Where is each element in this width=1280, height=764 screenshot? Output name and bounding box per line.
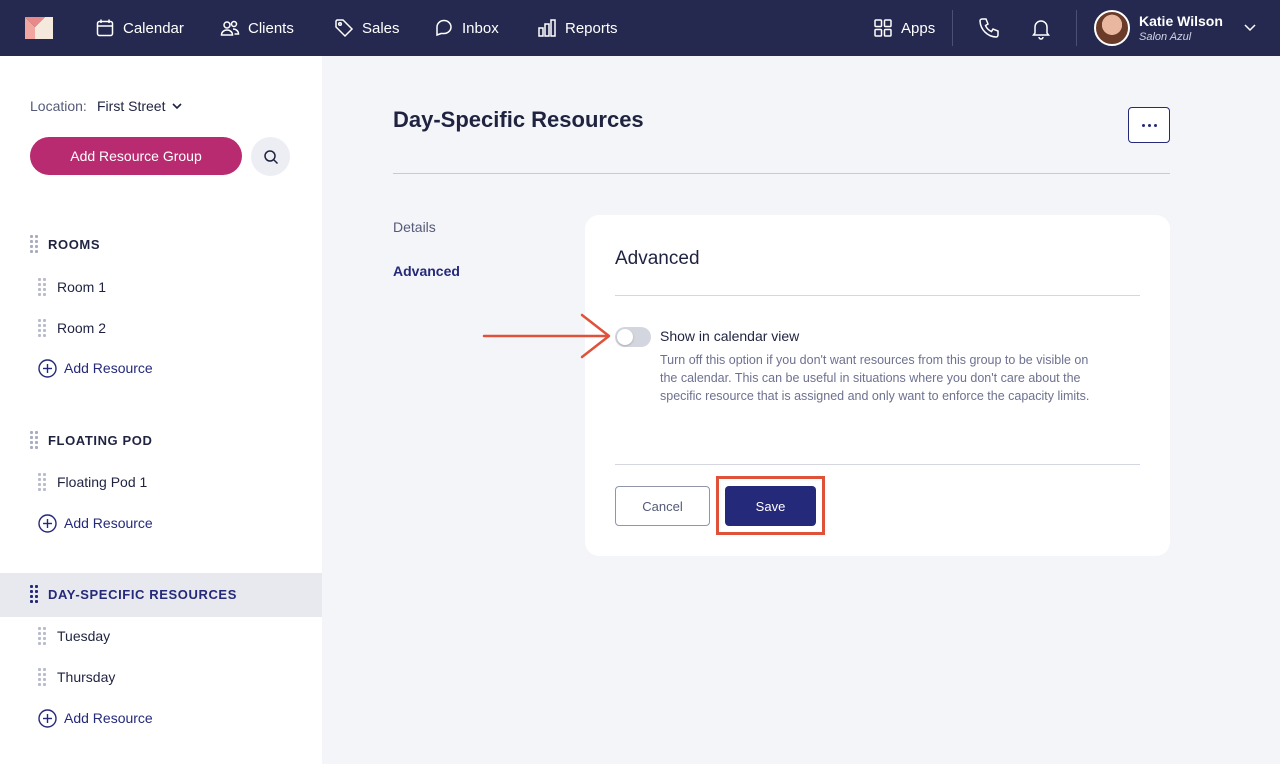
advanced-settings-card: Advanced Show in calendar view Turn off … [585,215,1170,556]
ellipsis-icon [1141,123,1145,127]
divider [615,295,1140,296]
add-resource-label: Add Resource [64,515,153,531]
add-resource-link[interactable]: Add Resource [38,357,153,379]
nav-apps[interactable]: Apps [873,0,935,56]
nav-divider [952,10,953,46]
plus-circle-icon [38,358,57,378]
plus-circle-icon [38,708,57,728]
show-in-calendar-toggle[interactable] [615,327,651,347]
plus-circle-icon [38,513,57,533]
group-name: DAY-SPECIFIC RESOURCES [48,586,237,602]
nav-calendar[interactable]: Calendar [95,0,184,56]
resource-label: Floating Pod 1 [57,474,148,490]
group-name: FLOATING POD [48,432,153,448]
resource-item[interactable]: Thursday [38,667,115,687]
search-icon [263,149,278,164]
arrow-annotation-icon [482,313,611,359]
option-help-text: Turn off this option if you don't want r… [660,353,1090,403]
tab-details[interactable]: Details [393,219,436,235]
drag-handle-icon[interactable] [38,278,46,296]
group-day-specific-resources[interactable]: DAY-SPECIFIC RESOURCES [30,583,237,605]
add-resource-label: Add Resource [64,360,153,376]
drag-handle-icon[interactable] [38,473,46,491]
drag-handle-icon[interactable] [30,585,38,603]
resource-label: Room 1 [57,279,107,295]
tag-icon [335,19,354,38]
add-resource-link[interactable]: Add Resource [38,512,153,534]
add-resource-group-button[interactable]: Add Resource Group [30,137,242,175]
cancel-button[interactable]: Cancel [615,486,710,526]
nav-clients[interactable]: Clients [220,0,294,56]
calendar-icon [96,19,114,37]
nav-sales-label: Sales [362,19,400,37]
location-label: Location: [30,98,87,114]
drag-handle-icon[interactable] [30,431,38,449]
location-select[interactable]: First Street [97,98,183,114]
add-resource-label: Add Resource [64,710,153,726]
nav-inbox[interactable]: Inbox [434,0,499,56]
chevron-down-icon[interactable] [1243,20,1257,34]
option-label: Show in calendar view [660,328,800,344]
group-name: ROOMS [48,236,101,252]
app-logo[interactable] [25,17,53,39]
nav-sales[interactable]: Sales [334,0,400,56]
divider [615,464,1140,465]
chat-icon [436,19,452,37]
page-title: Day-Specific Resources [393,107,644,132]
resource-label: Tuesday [57,628,111,644]
sidebar: Location: First Street Add Resource Grou… [0,56,322,764]
user-business: Salon Azul [1139,31,1192,43]
search-button[interactable] [251,137,290,176]
nav-reports-label: Reports [565,19,618,37]
nav-inbox-label: Inbox [462,19,499,37]
group-rooms[interactable]: ROOMS [30,233,100,255]
top-nav: Calendar Clients Sales Inbox Reports App… [0,0,1280,56]
user-name[interactable]: Katie Wilson [1139,13,1223,29]
resource-item[interactable]: Tuesday [38,626,110,646]
avatar[interactable] [1094,10,1130,46]
tab-advanced[interactable]: Advanced [393,263,460,279]
card-title: Advanced [615,248,700,269]
bell-icon[interactable] [1029,16,1053,40]
ellipsis-icon [1153,123,1157,127]
nav-calendar-label: Calendar [123,19,184,37]
bar-chart-icon [538,19,556,37]
apps-grid-icon [874,19,892,37]
resource-label: Thursday [57,669,116,685]
phone-icon[interactable] [977,16,1001,40]
toggle-knob [617,329,633,345]
resource-item[interactable]: Room 2 [38,318,106,338]
users-icon [220,20,240,36]
chevron-down-icon [172,103,183,110]
add-resource-link[interactable]: Add Resource [38,707,153,729]
divider [393,173,1170,174]
save-highlight-annotation [716,476,825,535]
nav-divider [1076,10,1077,46]
group-floating-pod[interactable]: FLOATING POD [30,429,152,451]
nav-apps-label: Apps [901,19,936,37]
ellipsis-icon [1147,123,1151,127]
more-options-button[interactable] [1128,107,1170,143]
drag-handle-icon[interactable] [38,319,46,337]
nav-reports[interactable]: Reports [537,0,618,56]
resource-item[interactable]: Room 1 [38,277,106,297]
nav-clients-label: Clients [248,19,294,37]
drag-handle-icon[interactable] [38,627,46,645]
location-value: First Street [97,98,166,114]
drag-handle-icon[interactable] [30,235,38,253]
resource-item[interactable]: Floating Pod 1 [38,472,147,492]
resource-label: Room 2 [57,320,107,336]
drag-handle-icon[interactable] [38,668,46,686]
